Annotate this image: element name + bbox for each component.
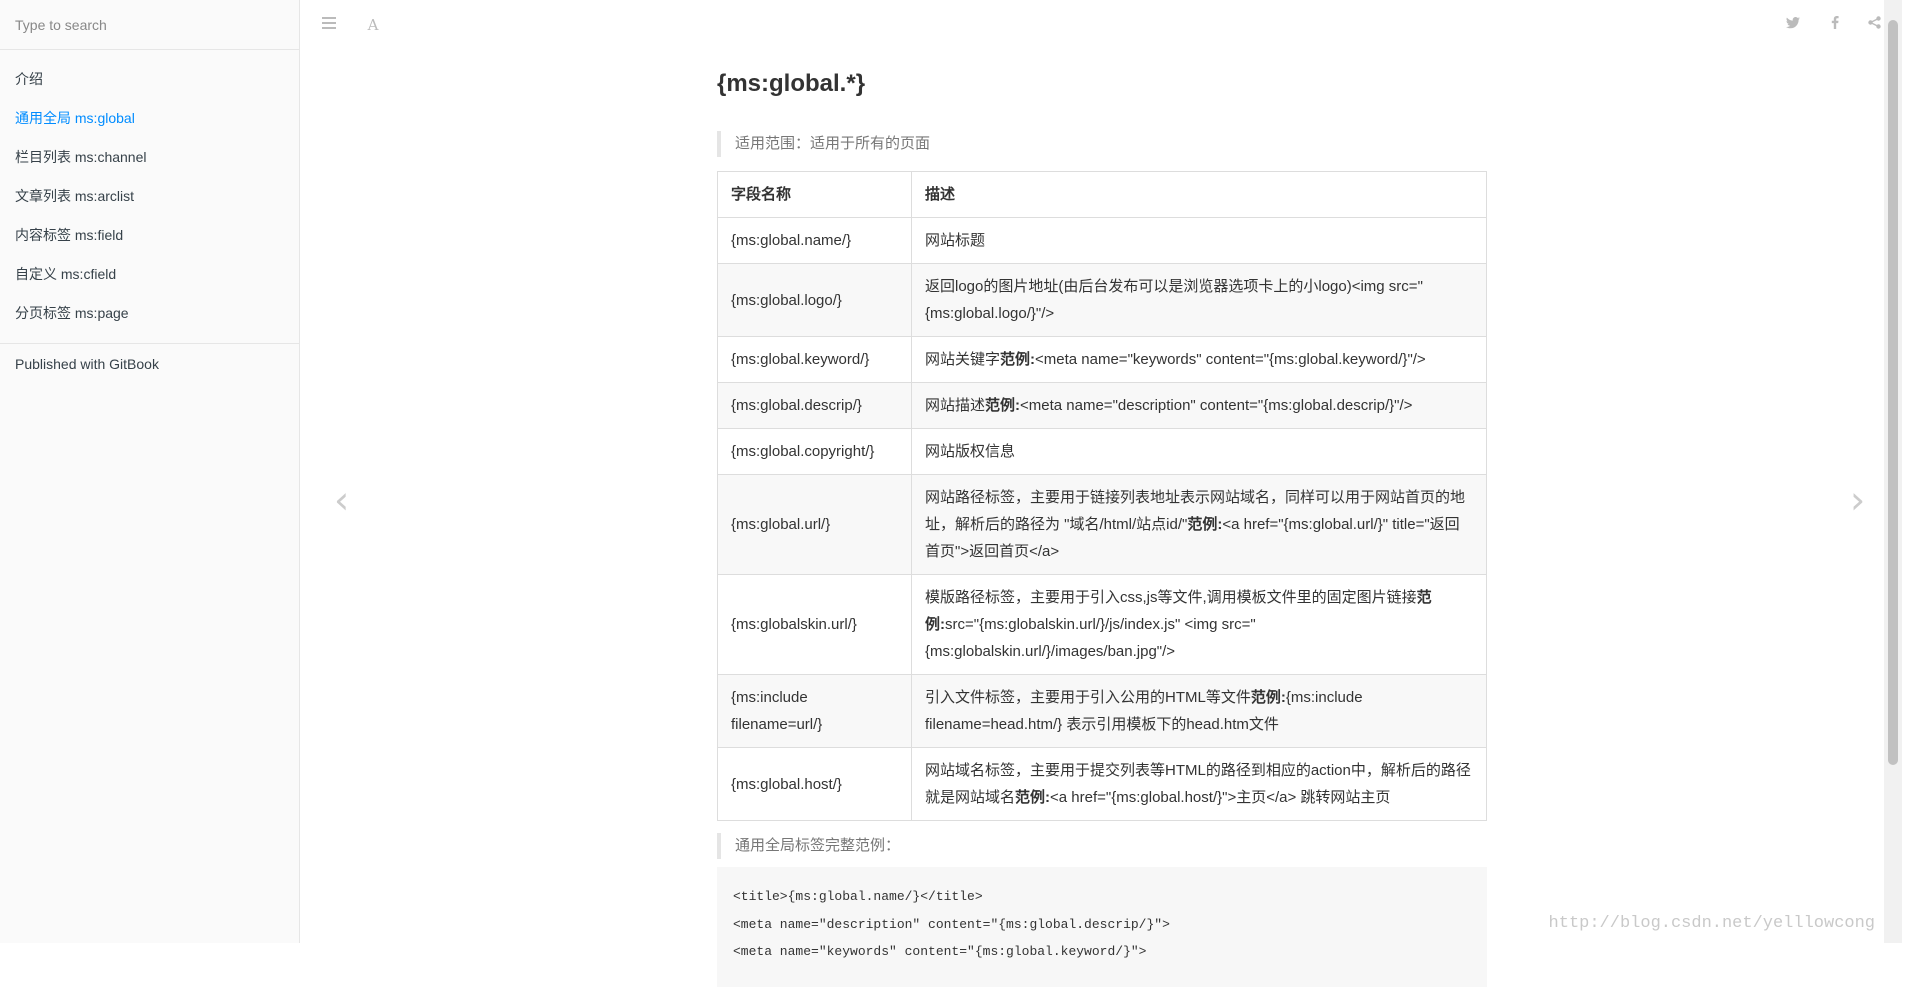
desc-cell: 引入文件标签，主要用于引入公用的HTML等文件范例:{ms:include fi… <box>911 674 1487 748</box>
field-cell: {ms:global.host/} <box>717 747 912 821</box>
tag-table: 字段名称 描述 {ms:global.name/} 网站标题 {ms:globa… <box>717 171 1487 821</box>
table-row: {ms:include filename=url/} 引入文件标签，主要用于引入… <box>717 674 1487 748</box>
chevron-right-icon[interactable]: › <box>1850 480 1865 520</box>
table-row: {ms:global.descrip/} 网站描述范例:<meta name="… <box>717 382 1487 429</box>
chevron-left-icon[interactable]: ‹ <box>334 480 349 520</box>
desc-cell: 网站版权信息 <box>911 428 1487 475</box>
twitter-icon[interactable] <box>1782 14 1804 36</box>
sidebar-item-cfield[interactable]: 自定义 ms:cfield <box>0 255 299 294</box>
font-settings-icon[interactable]: A <box>362 14 384 36</box>
code-line: <meta name="keywords" content="{ms:globa… <box>733 944 1147 959</box>
desc-text: 网站关键字 <box>925 351 1001 368</box>
field-cell: {ms:global.copyright/} <box>717 428 912 475</box>
field-cell: {ms:global.descrip/} <box>717 382 912 429</box>
example-text: src="{ms:globalskin.url/}/js/index.js" <… <box>925 616 1256 660</box>
example-label: 范例: <box>1250 689 1286 706</box>
example-text: <a href="{ms:global.host/}">主页</a> 跳转网站主… <box>1050 789 1391 806</box>
sidebar-item-field[interactable]: 内容标签 ms:field <box>0 216 299 255</box>
page-title: {ms:global.*} <box>717 70 866 97</box>
desc-cell: 网站标题 <box>911 217 1487 264</box>
desc-cell: 模版路径标签，主要用于引入css,js等文件,调用模板文件里的固定图片链接范例:… <box>911 574 1487 675</box>
table-row: {ms:globalskin.url/} 模版路径标签，主要用于引入css,js… <box>717 574 1487 675</box>
example-label: 范例: <box>1000 351 1036 368</box>
share-icon[interactable] <box>1863 14 1885 36</box>
table-row: {ms:global.host/} 网站域名标签，主要用于提交列表等HTML的路… <box>717 747 1487 821</box>
field-cell: {ms:globalskin.url/} <box>717 574 912 675</box>
scrollbar-thumb[interactable] <box>1888 20 1898 765</box>
sidebar-item-intro[interactable]: 介绍 <box>0 60 299 99</box>
desc-cell: 网站关键字范例:<meta name="keywords" content="{… <box>911 336 1487 383</box>
table-row: {ms:global.url/} 网站路径标签，主要用于链接列表地址表示网站域名… <box>717 474 1487 575</box>
table-row: {ms:global.logo/} 返回logo的图片地址(由后台发布可以是浏览… <box>717 263 1487 337</box>
search-input[interactable] <box>0 0 299 49</box>
example-label: 范例: <box>985 397 1021 414</box>
field-cell: {ms:global.keyword/} <box>717 336 912 383</box>
desc-text: 模版路径标签，主要用于引入css,js等文件,调用模板文件里的固定图片链接 <box>925 589 1417 606</box>
desc-text: 引入文件标签，主要用于引入公用的HTML等文件 <box>925 689 1251 706</box>
sidebar-item-global[interactable]: 通用全局 ms:global <box>0 99 299 138</box>
field-cell: {ms:global.url/} <box>717 474 912 575</box>
example-text: <meta name="keywords" content="{ms:globa… <box>1035 351 1426 368</box>
desc-cell: 网站域名标签，主要用于提交列表等HTML的路径到相应的action中，解析后的路… <box>911 747 1487 821</box>
code-line: <title>{ms:global.name/}</title> <box>733 889 983 904</box>
column-header-desc: 描述 <box>911 171 1487 218</box>
scope-note: 适用范围：适用于所有的页面 <box>717 131 930 157</box>
facebook-icon[interactable] <box>1824 14 1846 36</box>
desc-cell: 返回logo的图片地址(由后台发布可以是浏览器选项卡上的小logo)<img s… <box>911 263 1487 337</box>
desc-cell: 网站路径标签，主要用于链接列表地址表示网站域名，同样可以用于网站首页的地址，解析… <box>911 474 1487 575</box>
published-with-gitbook-link[interactable]: Published with GitBook <box>0 344 299 384</box>
table-row: {ms:global.keyword/} 网站关键字范例:<meta name=… <box>717 336 1487 383</box>
example-text: <meta name="description" content="{ms:gl… <box>1020 397 1413 414</box>
table-row: {ms:global.copyright/} 网站版权信息 <box>717 428 1487 475</box>
hamburger-icon[interactable] <box>318 14 340 36</box>
sidebar-item-arclist[interactable]: 文章列表 ms:arclist <box>0 177 299 216</box>
scrollbar[interactable] <box>1884 0 1902 943</box>
field-cell: {ms:include filename=url/} <box>717 674 912 748</box>
search-box <box>0 0 299 50</box>
table-header-row: 字段名称 描述 <box>717 171 1487 218</box>
table-row: {ms:global.name/} 网站标题 <box>717 217 1487 264</box>
field-cell: {ms:global.name/} <box>717 217 912 264</box>
code-block: <title>{ms:global.name/}</title> <meta na… <box>717 867 1487 987</box>
sidebar-item-channel[interactable]: 栏目列表 ms:channel <box>0 138 299 177</box>
code-line: <meta name="description" content="{ms:gl… <box>733 916 1170 932</box>
sidebar-item-page[interactable]: 分页标签 ms:page <box>0 294 299 333</box>
column-header-field: 字段名称 <box>717 171 912 218</box>
sidebar: 介绍 通用全局 ms:global 栏目列表 ms:channel 文章列表 m… <box>0 0 300 943</box>
example-label: 范例: <box>1187 516 1223 533</box>
example-note: 通用全局标签完整范例： <box>717 833 900 859</box>
sidebar-nav: 介绍 通用全局 ms:global 栏目列表 ms:channel 文章列表 m… <box>0 50 299 344</box>
watermark: http://blog.csdn.net/yelllowcong <box>1548 914 1875 933</box>
desc-cell: 网站描述范例:<meta name="description" content=… <box>911 382 1487 429</box>
field-cell: {ms:global.logo/} <box>717 263 912 337</box>
example-label: 范例: <box>1015 789 1051 806</box>
desc-text: 网站描述 <box>925 397 986 414</box>
toolbar: A <box>300 0 1902 50</box>
